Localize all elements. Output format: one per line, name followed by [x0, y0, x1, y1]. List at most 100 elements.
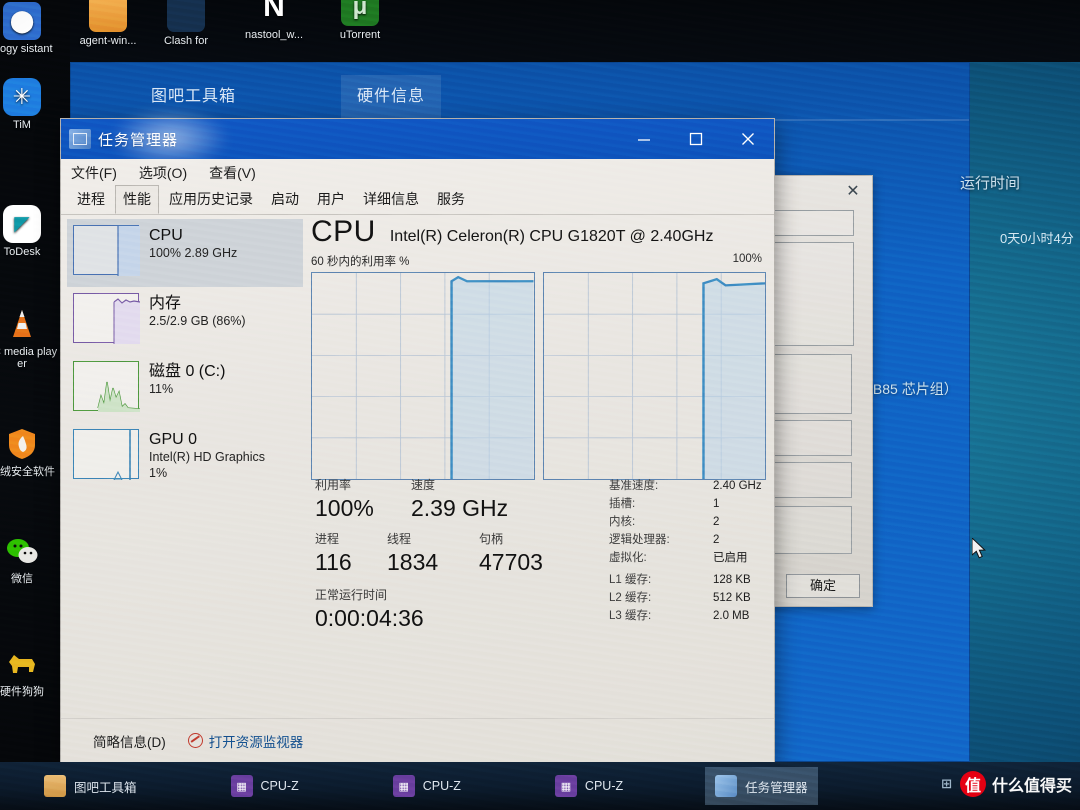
- cpu-stats: 利用率 100% 速度 2.39 GHz 进程 116 线程 1834 句柄 4…: [315, 477, 605, 633]
- desktop-icon-utorrent[interactable]: μ uTorrent: [324, 0, 396, 41]
- maximize-icon[interactable]: [670, 119, 722, 159]
- monitor-photo: 图吧工具箱 硬件信息 运行时间 0天0小时4分 尔 B85 芯片组） ✕ 1 确…: [0, 0, 1080, 810]
- vlc-cone-icon: [3, 305, 41, 343]
- arrow-cursor: [971, 536, 988, 565]
- core-graph-1[interactable]: [542, 272, 766, 480]
- graph-caption: 60 秒内的利用率 %: [311, 256, 410, 268]
- tim-icon: ✳: [3, 78, 41, 116]
- tab-users[interactable]: 用户: [309, 185, 353, 214]
- resource-list[interactable]: CPU 100% 2.89 GHz 内存 2.5/2.9 GB (86%) 磁盘…: [67, 219, 303, 716]
- desktop-icon-label: LC media player: [0, 346, 58, 370]
- spec-label: L1 缓存:: [609, 574, 652, 586]
- spec-label: 插槽:: [609, 498, 636, 510]
- runtime-label: 运行时间: [960, 175, 1021, 192]
- disk-mini-graph-svg: [97, 381, 140, 412]
- task-manager-titlebar[interactable]: 任务管理器: [61, 119, 774, 159]
- tab-processes[interactable]: 进程: [69, 185, 113, 214]
- cpu-specs: 基准速度: 2.40 GHz 插槽: 1 内核: 2 逻辑处理器: 2 虚拟化:: [609, 477, 839, 625]
- tab-details[interactable]: 详细信息: [355, 185, 427, 214]
- stat-label: 正常运行时间: [315, 588, 388, 602]
- cpuz-icon: ▦: [230, 775, 253, 797]
- vlc-cone-shape: [13, 310, 31, 337]
- desktop-icon-label: 微信: [11, 573, 33, 585]
- taskbar-item-label: CPU-Z: [260, 779, 299, 793]
- desktop-icon-hardware-dog[interactable]: 硬件狗狗: [0, 645, 58, 698]
- spec-label: 基准速度:: [609, 480, 659, 492]
- cpuz-icon: ▦: [554, 775, 577, 797]
- taskbar-item-tuba-toolbox[interactable]: 图吧工具箱: [34, 767, 147, 805]
- taskbar-item-label: CPU-Z: [584, 779, 624, 793]
- resource-sub: 2.5/2.9 GB (86%): [149, 314, 246, 328]
- tuba-tab-toolbox[interactable]: 图吧工具箱: [151, 75, 236, 119]
- desktop-icon-label: 火绒安全软件: [0, 466, 55, 478]
- clash-icon: [167, 0, 205, 32]
- cpu-core-graphs[interactable]: [311, 272, 766, 480]
- desktop-icon-nastool[interactable]: N nastool_w...: [238, 0, 310, 41]
- taskbar-item-cpuz-2[interactable]: ▦ CPU-Z: [383, 767, 471, 805]
- spec-label: L2 缓存:: [609, 592, 652, 604]
- cpu-mini-graph-svg: [117, 226, 140, 276]
- cpu-stats-row-2: 进程 116 线程 1834 句柄 47703: [315, 531, 605, 577]
- taskbar-item-cpuz-1[interactable]: ▦ CPU-Z: [221, 767, 309, 805]
- stat-label: 线程: [387, 532, 412, 546]
- spec-value: 512 KB: [713, 592, 751, 604]
- stat-value: 47703: [479, 549, 543, 575]
- spec-value: 2.40 GHz: [713, 480, 762, 492]
- desktop-icon-partial[interactable]: ⬤ ology sistant: [0, 2, 58, 55]
- desktop-icon-label: Clash for: [163, 35, 209, 47]
- taskbar[interactable]: 图吧工具箱 ▦ CPU-Z ▦ CPU-Z ▦ CPU-Z 任务管理器 ⊞ 值 …: [0, 762, 1080, 810]
- desktop-icon-wechat[interactable]: 微信: [0, 532, 58, 585]
- tab-startup[interactable]: 启动: [263, 185, 307, 214]
- spec-value: 已启用: [713, 552, 748, 564]
- resource-item-cpu[interactable]: CPU 100% 2.89 GHz: [67, 219, 303, 287]
- stat-speed: 速度 2.39 GHz: [411, 477, 508, 523]
- task-manager-window[interactable]: 任务管理器 文件(F) 选项(O) 查看(V) 进程 性能 应用历史记录 启动 …: [60, 118, 775, 763]
- taskbar-item-label: CPU-Z: [422, 779, 461, 793]
- desktop-icon-vlc[interactable]: LC media player: [0, 305, 58, 370]
- window-title: 任务管理器: [98, 131, 179, 149]
- partial-icon: ⬤: [3, 2, 41, 40]
- task-manager-footer: 简略信息(D) 打开资源监视器: [61, 718, 774, 762]
- desktop-icon-clash[interactable]: Clash for: [150, 0, 222, 47]
- core-graph-0[interactable]: [311, 272, 535, 480]
- desktop-icon-tim[interactable]: ✳ TiM: [0, 78, 58, 131]
- spec-label: 逻辑处理器:: [609, 534, 670, 546]
- resource-sub: Intel(R) HD Graphics: [149, 450, 265, 464]
- tab-performance[interactable]: 性能: [115, 185, 159, 214]
- tab-app-history[interactable]: 应用历史记录: [161, 185, 261, 214]
- watermark-text: 什么值得买: [991, 778, 1072, 795]
- gpu-mini-graph: [73, 429, 139, 480]
- resource-item-memory[interactable]: 内存 2.5/2.9 GB (86%): [67, 287, 303, 355]
- menu-options[interactable]: 选项(O): [139, 163, 187, 183]
- resource-name: GPU 0: [149, 431, 198, 448]
- stat-uptime: 正常运行时间 0:00:04:36: [315, 587, 424, 633]
- fewer-details-button[interactable]: 简略信息(D): [93, 731, 166, 751]
- graph-max-label: 100%: [732, 253, 762, 265]
- menu-view[interactable]: 查看(V): [209, 163, 256, 183]
- desktop-icon-todesk[interactable]: ◤ ToDesk: [0, 205, 58, 258]
- spec-value: 1: [713, 498, 720, 510]
- resource-item-gpu[interactable]: GPU 0 Intel(R) HD Graphics 1%: [67, 423, 303, 491]
- desktop-icon-huorong[interactable]: 火绒安全软件: [0, 425, 58, 478]
- spec-l2-cache: L2 缓存: 512 KB: [609, 589, 839, 607]
- spec-label: 内核:: [609, 516, 636, 528]
- minimize-icon[interactable]: [618, 119, 670, 159]
- nastool-icon: N: [263, 0, 285, 23]
- spec-label: 虚拟化:: [609, 552, 647, 564]
- tuba-tab-hardware-info[interactable]: 硬件信息: [341, 75, 442, 119]
- shield-shape: [9, 429, 35, 459]
- tab-services[interactable]: 服务: [429, 185, 473, 214]
- stat-handles: 句柄 47703: [479, 531, 543, 577]
- taskbar-item-cpuz-3[interactable]: ▦ CPU-Z: [545, 767, 633, 805]
- menu-file[interactable]: 文件(F): [71, 163, 117, 183]
- dog-icon: [3, 645, 41, 683]
- desktop-icon-agent-win[interactable]: agent-win...: [72, 0, 144, 47]
- open-resource-monitor-link[interactable]: 打开资源监视器: [187, 731, 303, 751]
- taskbar-item-task-manager[interactable]: 任务管理器: [705, 767, 818, 805]
- dialog-close-icon[interactable]: ✕: [842, 182, 864, 202]
- resource-item-disk[interactable]: 磁盘 0 (C:) 11%: [67, 355, 303, 423]
- taskmanager-icon: [69, 129, 91, 149]
- memory-mini-graph: [73, 293, 140, 344]
- close-icon[interactable]: [722, 119, 774, 159]
- spec-sockets: 插槽: 1: [609, 495, 839, 513]
